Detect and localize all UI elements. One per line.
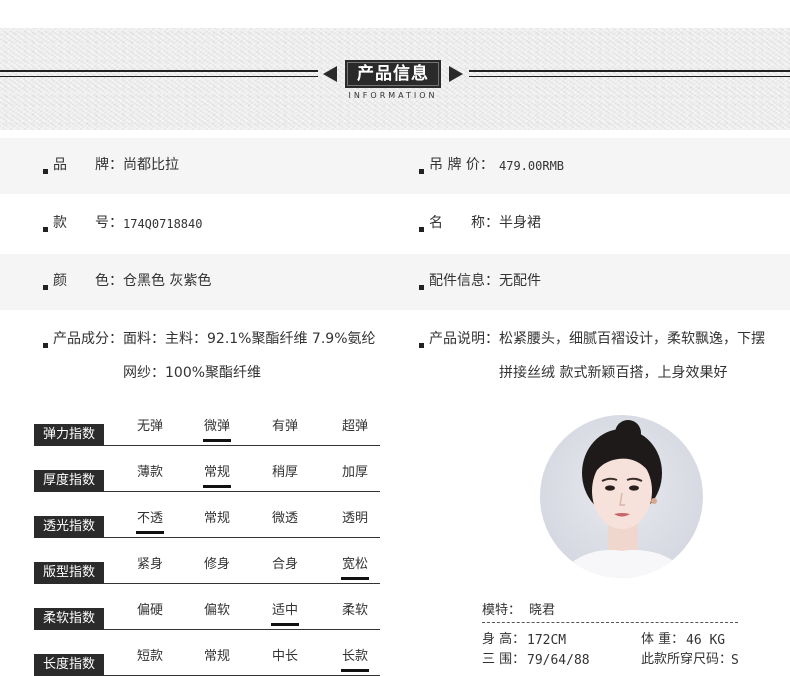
section-title: 产品信息 [345,60,441,88]
name-value: 半身裙 [499,215,541,231]
info-row-sku: 款 号： 174Q0718840 名 称： 半身裙 [0,196,790,252]
ribbon-right-icon [449,66,463,82]
index-rule [104,583,380,584]
composition-label: 产品成分： [53,331,123,347]
index-option: 中长 [271,649,298,664]
model-height-value: 172CM [527,633,567,648]
index-label: 透光指数 [34,516,104,538]
index-row: 长度指数 短款 常规 中长 长款 [34,646,380,676]
index-option: 常规 [203,649,230,664]
description-label: 产品说明： [429,331,499,347]
index-rule [104,445,380,446]
index-row: 透光指数 不透 常规 微透 透明 [34,508,380,538]
index-row: 厚度指数 薄款 常规 稍厚 加厚 [34,462,380,492]
info-row-brand: 品 牌： 尚都比拉 吊 牌 价： 479.00RMB [0,138,790,194]
index-option-selected: 常规 [192,462,242,488]
index-option: 合身 [271,557,298,572]
bullet-icon [43,227,48,232]
index-label: 柔软指数 [34,608,104,630]
model-weight-label: 体 重： [641,632,685,647]
ribbon-left-icon [323,66,337,82]
sku-value: 174Q0718840 [123,217,203,231]
index-option-selected: 不透 [125,508,175,534]
header-rule-right [469,70,790,72]
info-row-color: 颜 色： 仓黑色 灰紫色 配件信息： 无配件 [0,254,790,310]
price-label: 吊 牌 价： [429,157,494,173]
model-name-label: 模特： [482,603,522,618]
model-size-label: 此款所穿尺码： [641,652,733,667]
index-label: 厚度指数 [34,470,104,492]
index-option: 偏硬 [136,603,163,618]
index-option: 微透 [271,511,298,526]
index-option-selected: 微弹 [192,416,242,442]
index-option: 稍厚 [271,465,298,480]
index-option: 无弹 [136,419,163,434]
model-size-value: S [731,653,739,668]
index-option: 加厚 [341,465,368,480]
index-option: 有弹 [271,419,298,434]
model-height-label: 身 高： [482,632,526,647]
brand-label: 品 牌： [53,157,123,173]
index-label: 弹力指数 [34,424,104,446]
index-rule [104,537,380,538]
composition-line-1: 面料：主料：92.1%聚酯纤维 7.9%氨纶 [123,331,376,347]
model-measure-value: 79/64/88 [527,653,590,668]
brand-value: 尚都比拉 [123,157,179,173]
index-option-selected: 长款 [330,646,380,672]
index-rule [104,629,380,630]
index-option: 紧身 [136,557,163,572]
index-option: 柔软 [341,603,368,618]
model-avatar [540,415,703,578]
accessory-label: 配件信息： [429,273,499,289]
model-weight-value: 46 KG [686,633,726,648]
name-label: 名 称： [429,215,499,231]
index-option: 薄款 [136,465,163,480]
bullet-icon [419,285,424,290]
index-label: 版型指数 [34,562,104,584]
bullet-icon [43,285,48,290]
bullet-icon [419,227,424,232]
price-value: 479.00RMB [499,159,565,173]
accessory-value: 无配件 [499,273,541,289]
index-rule [104,491,380,492]
header-rule-right-thin [469,76,790,77]
index-label: 长度指数 [34,654,104,676]
bullet-icon [43,169,48,174]
index-option: 超弹 [341,419,368,434]
description-line-1: 松紧腰头，细腻百褶设计，柔软飘逸，下摆 [499,331,765,347]
info-row-composition: 产品成分： 面料：主料：92.1%聚酯纤维 7.9%氨纶 网纱：100%聚酯纤维… [0,312,790,394]
index-row: 柔软指数 偏硬 偏软 适中 柔软 [34,600,380,630]
sku-label: 款 号： [53,215,123,231]
model-measure-label: 三 围： [482,652,526,667]
bullet-icon [419,343,424,348]
index-option: 常规 [203,511,230,526]
index-option: 透明 [341,511,368,526]
index-row: 弹力指数 无弹 微弹 有弹 超弹 [34,416,380,446]
model-portrait-icon [560,420,688,578]
index-row: 版型指数 紧身 修身 合身 宽松 [34,554,380,584]
model-name-value: 晓君 [529,603,556,618]
color-label: 颜 色： [53,273,123,289]
index-option-selected: 宽松 [330,554,380,580]
bullet-icon [43,343,48,348]
index-option: 短款 [136,649,163,664]
header-rule-left-thin [0,76,318,77]
bullet-icon [419,169,424,174]
index-option-selected: 适中 [260,600,310,626]
composition-line-2: 网纱：100%聚酯纤维 [123,365,262,381]
model-divider [482,622,738,623]
header-rule-left [0,70,318,72]
index-option: 偏软 [203,603,230,618]
section-subtitle: INFORMATION [348,91,438,100]
description-line-2: 拼接丝绒 款式新颖百搭，上身效果好 [499,365,728,381]
color-value: 仓黑色 灰紫色 [123,273,212,289]
section-title-tag: 产品信息 [323,60,463,88]
index-option: 修身 [203,557,230,572]
